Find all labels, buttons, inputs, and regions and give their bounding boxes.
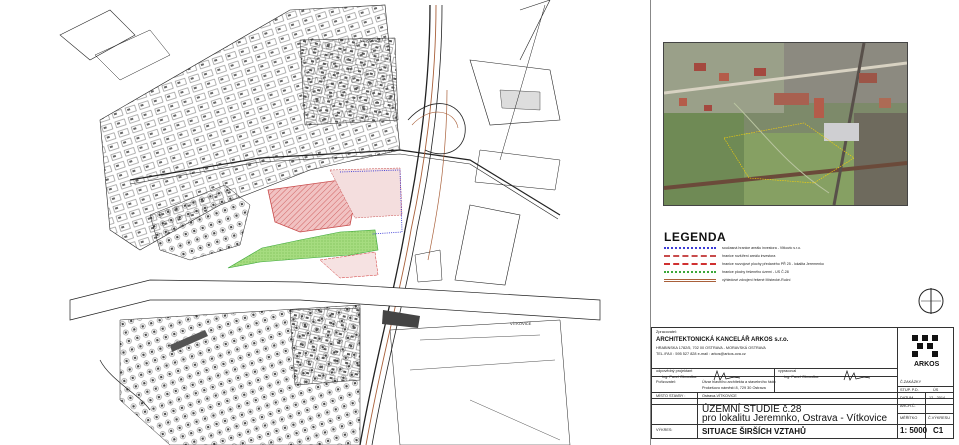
aerial-photo bbox=[663, 42, 908, 206]
legend-item: současná hranice areálu investora - Vitk… bbox=[664, 244, 864, 252]
client-line-2: Prokešovo náměstí 8, 729 30 Ostrava bbox=[702, 386, 766, 390]
legend-swatch-boundary bbox=[664, 247, 716, 249]
top-building bbox=[59, 9, 136, 61]
plan-label-vitkovice-north: VÍTKOVICE bbox=[360, 38, 382, 43]
client-label: Pořizovatel: bbox=[656, 380, 676, 384]
legend-item-label: výhledové zdvojení řešené Místecké-Ruční bbox=[722, 278, 791, 282]
arch-label: ARCH.Č. bbox=[900, 404, 916, 408]
meritko-value: 1: 5000 bbox=[900, 426, 928, 435]
study-subtitle: pro lokalitu Jeremnko, Ostrava - Vítkovi… bbox=[702, 413, 888, 424]
zpracovatel-label: Zpracovatel: bbox=[656, 330, 677, 334]
urban-plan-map: VÍTKOVICE VÍTKOVICE bbox=[59, 0, 601, 445]
legend-title: LEGENDA bbox=[664, 230, 727, 244]
firm-contact: TEL./FAX : 595 527 828 e-mail : arkos@ar… bbox=[656, 352, 746, 356]
plan-label-vitkovice-south: VÍTKOVICE bbox=[510, 321, 532, 326]
legend-item-label: hranice rozšíření areálu investora bbox=[722, 254, 776, 258]
prepared-by-label: vypracoval bbox=[778, 369, 797, 373]
legend-item: hranice rozšíření areálu investora bbox=[664, 252, 864, 260]
legend-item: hranice plochy řešeného území - US Č.28 bbox=[664, 268, 864, 276]
responsible-designer-label: odpovědný projektant bbox=[656, 369, 693, 373]
legend-swatch-study-area bbox=[664, 271, 716, 273]
title-block: Zpracovatel: ARCHITEKTONICKÁ KANCELÁŘ AR… bbox=[651, 327, 954, 439]
north-arrow-icon bbox=[918, 288, 944, 314]
responsible-designer-name: Ing. Pavel Obroučka bbox=[662, 375, 697, 379]
legend-swatch-development bbox=[664, 263, 716, 265]
arkos-logo-icon bbox=[912, 335, 938, 357]
stupen-label: STUP. P.D. bbox=[900, 388, 919, 392]
firm-name: ARCHITEKTONICKÁ KANCELÁŘ ARKOS s.r.o. bbox=[656, 337, 789, 343]
legend-item: hranice rozvojové plochy předaného PŘ 25… bbox=[664, 260, 864, 268]
legend-item-label: současná hranice areálu investora - Vitk… bbox=[722, 246, 802, 250]
legend-item-label: hranice rozvojové plochy předaného PŘ 25… bbox=[722, 262, 824, 266]
interchange-loop bbox=[407, 103, 466, 155]
drawing-title: SITUACE ŠIRŠÍCH VZTAHŮ bbox=[702, 427, 806, 436]
signature-2 bbox=[843, 369, 871, 381]
datum-value: 12 - 2014 bbox=[929, 396, 946, 400]
place-value: Ostrava-VÍTKOVICE bbox=[702, 394, 737, 398]
legend: současná hranice areálu investora - Vitk… bbox=[664, 244, 864, 284]
city-block-ne-grid bbox=[299, 37, 399, 126]
legend-item: výhledové zdvojení řešené Místecké-Ruční bbox=[664, 276, 864, 284]
logo-text: ARKOS bbox=[914, 361, 940, 368]
client-line-1: Útvar hlavního architekta a stavebního ř… bbox=[702, 380, 776, 384]
zakazka-label: Č.ZAKÁZKY bbox=[900, 380, 922, 384]
south-blocks bbox=[289, 307, 361, 386]
datum-label: DATUM bbox=[900, 396, 914, 400]
meritko-label: MĚŘÍTKO bbox=[900, 416, 918, 420]
legend-item-label: hranice plochy řešeného území - US Č.28 bbox=[722, 270, 789, 274]
firm-address: HRABINSKA 1782/5, 702 00 OSTRAVA - MORAV… bbox=[656, 346, 766, 350]
top-left-block bbox=[94, 29, 171, 81]
cislo-value: C1 bbox=[933, 426, 944, 435]
place-label: MÍSTO STAVBY : bbox=[656, 394, 686, 398]
drawing-sheet: VÍTKOVICE VÍTKOVICE LEGENDA současná hra… bbox=[0, 0, 959, 445]
east-large-hall bbox=[454, 204, 521, 286]
cislo-label: Č.VÝKRESU bbox=[928, 416, 950, 420]
drawing-label: VÝKRES: bbox=[656, 428, 673, 432]
stupen-value: ÚS bbox=[933, 388, 939, 392]
legend-swatch-railway bbox=[664, 278, 716, 282]
prepared-by-name: Ing. Pavel Obroučka bbox=[784, 375, 819, 379]
legend-swatch-extension bbox=[664, 255, 716, 257]
